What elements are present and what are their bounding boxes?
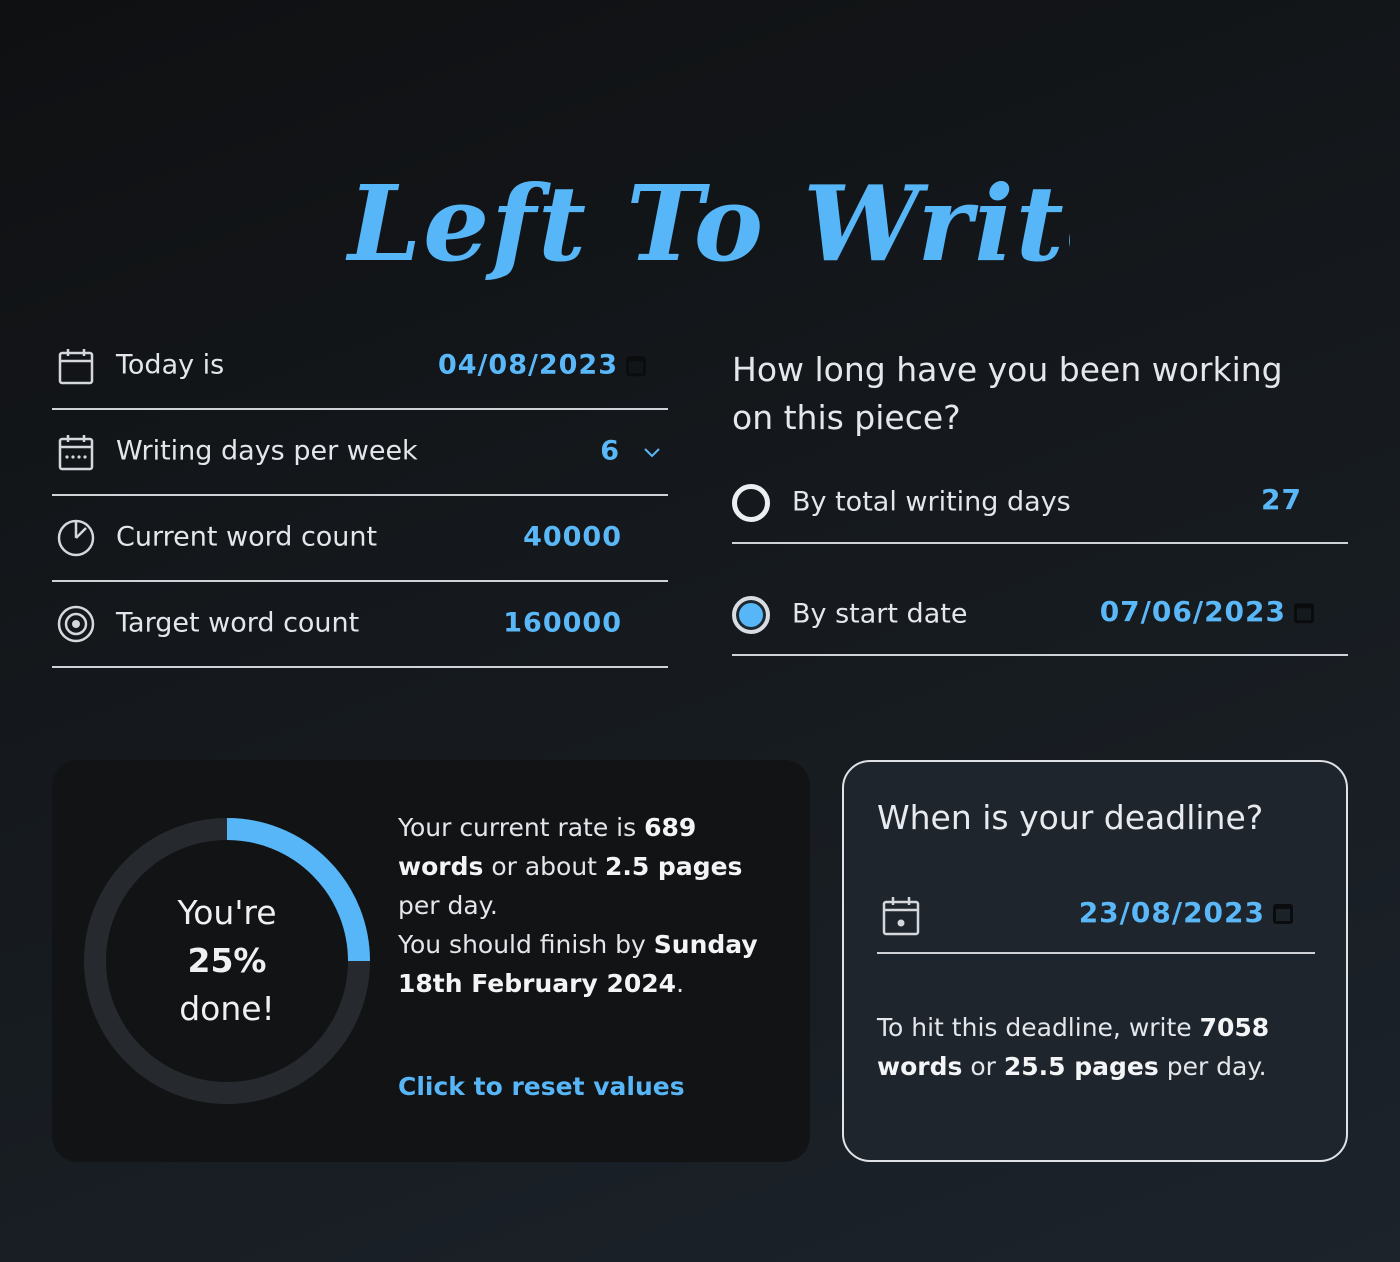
- app-logo-title: Left To Write: [345, 162, 1070, 285]
- deadline-card: When is your deadline? 23/08/2023 To hit…: [842, 760, 1348, 1162]
- deadline-pages: 25.5 pages: [1003, 1052, 1159, 1081]
- current-words-input[interactable]: 40000: [523, 521, 622, 552]
- target-words-row: Target word count 160000: [52, 582, 668, 668]
- chevron-down-icon[interactable]: [642, 446, 662, 460]
- start-date-input[interactable]: 07/06/2023: [1100, 595, 1314, 628]
- progress-line-3: done!: [179, 989, 275, 1028]
- progress-percent: 25%: [187, 941, 267, 980]
- date-picker-icon[interactable]: [1294, 603, 1314, 624]
- option-start-date-label: By start date: [792, 598, 968, 630]
- today-date-input[interactable]: 04/08/2023: [438, 349, 646, 380]
- svg-text:Left To Write: Left To Write: [345, 162, 1070, 285]
- progress-card: You're 25% done! Your current rate is 68…: [52, 760, 810, 1162]
- rate-summary: Your current rate is 689 words or about …: [398, 813, 758, 998]
- date-picker-icon[interactable]: [626, 355, 646, 376]
- current-words-label: Current word count: [116, 521, 378, 553]
- radio-total-days[interactable]: [732, 484, 770, 522]
- calendar-event-icon: [882, 897, 920, 936]
- date-picker-icon[interactable]: [1273, 904, 1293, 924]
- calendar-icon: [58, 349, 94, 385]
- target-icon: [57, 605, 95, 643]
- deadline-summary: To hit this deadline, write 7058 words o…: [877, 1013, 1270, 1081]
- working-duration-question: How long have you been working on this p…: [732, 350, 1283, 437]
- rate-pages: 2.5 pages: [604, 852, 743, 881]
- option-total-days[interactable]: By total writing days 27: [732, 464, 1348, 544]
- deadline-row: 23/08/2023: [877, 880, 1315, 954]
- today-row: Today is 04/08/2023: [52, 324, 668, 410]
- current-words-row: Current word count 40000: [52, 496, 668, 582]
- target-words-label: Target word count: [116, 607, 360, 639]
- writing-days-label: Writing days per week: [116, 435, 418, 467]
- calendar-week-icon: [58, 435, 94, 471]
- target-words-input[interactable]: 160000: [503, 607, 622, 638]
- progress-line-1: You're: [177, 893, 277, 932]
- writing-days-row: Writing days per week 6: [52, 410, 668, 496]
- writing-days-select[interactable]: 6: [600, 435, 620, 466]
- pie-progress-icon: [57, 519, 95, 557]
- deadline-date-input[interactable]: 23/08/2023: [1079, 896, 1293, 929]
- deadline-title: When is your deadline?: [877, 798, 1264, 837]
- option-start-date[interactable]: By start date 07/06/2023: [732, 576, 1348, 656]
- total-days-input[interactable]: 27: [1261, 483, 1302, 516]
- radio-start-date[interactable]: [732, 596, 770, 634]
- option-total-days-label: By total writing days: [792, 486, 1071, 518]
- today-label: Today is: [116, 349, 225, 381]
- reset-values-link[interactable]: Click to reset values: [398, 1072, 685, 1101]
- progress-ring-label: You're 25% done!: [82, 816, 372, 1106]
